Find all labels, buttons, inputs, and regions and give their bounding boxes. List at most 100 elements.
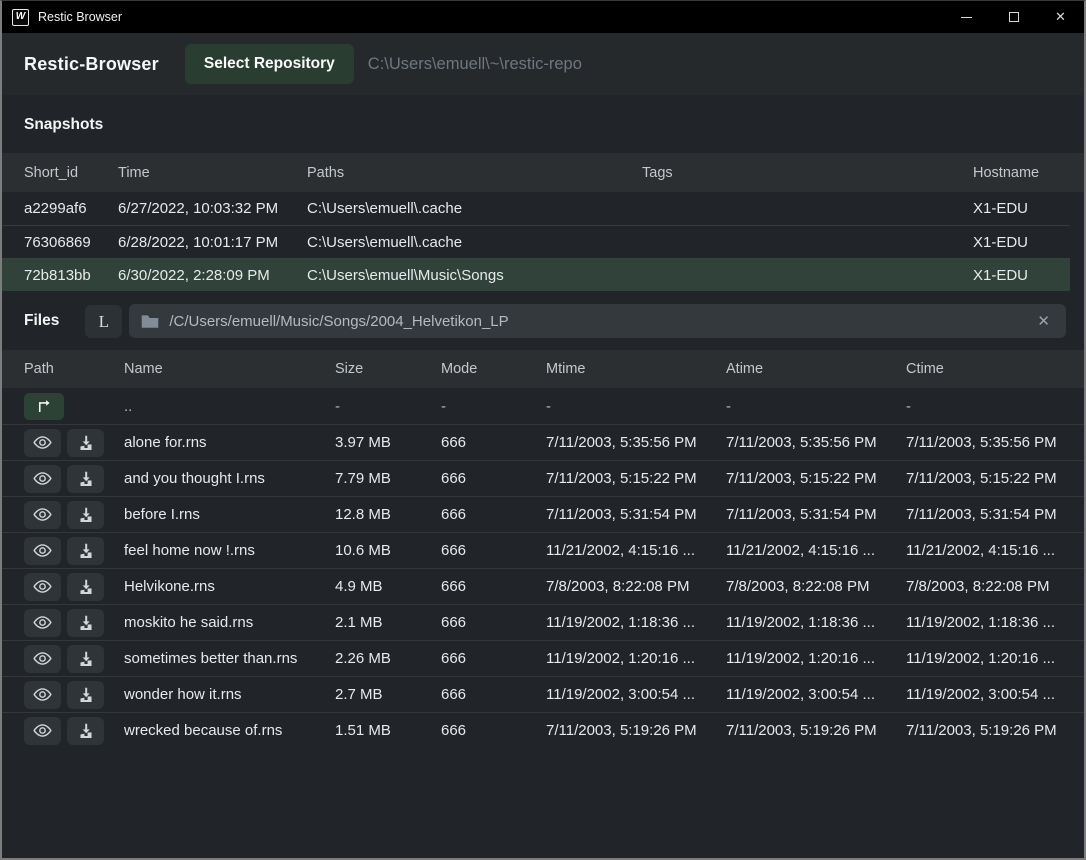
snapshot-row[interactable]: a2299af66/27/2022, 10:03:32 PMC:\Users\e…	[2, 192, 1070, 225]
file-ctime: 11/19/2002, 3:00:54 ...	[906, 686, 1074, 703]
close-button[interactable]: ✕	[1037, 1, 1084, 33]
maximize-button[interactable]	[990, 1, 1037, 33]
file-mtime: 11/19/2002, 3:00:54 ...	[546, 686, 726, 703]
snapshot-row[interactable]: 763068696/28/2022, 10:01:17 PMC:\Users\e…	[2, 225, 1070, 258]
download-icon	[78, 651, 94, 666]
download-file-button[interactable]	[67, 681, 104, 709]
file-name: wrecked because of.rns	[124, 722, 335, 739]
preview-file-button[interactable]	[24, 537, 61, 565]
minimize-button[interactable]	[943, 1, 990, 33]
repository-path: C:\Users\emuell\~\restic-repo	[368, 55, 582, 74]
eye-icon	[33, 435, 52, 450]
file-mode: 666	[441, 506, 546, 523]
file-mtime: 11/19/2002, 1:18:36 ...	[546, 614, 726, 631]
file-list-mode-button[interactable]: L	[85, 305, 122, 338]
file-name: alone for.rns	[124, 434, 335, 451]
download-file-button[interactable]	[67, 537, 104, 565]
download-file-button[interactable]	[67, 609, 104, 637]
preview-file-button[interactable]	[24, 717, 61, 745]
snapshots-column-header-hostname: Hostname	[973, 165, 1068, 181]
clear-path-icon[interactable]: ✕	[1033, 310, 1054, 332]
file-ctime: 7/11/2003, 5:19:26 PM	[906, 722, 1074, 739]
snapshots-column-header-time: Time	[118, 165, 307, 181]
snapshots-column-header-tags: Tags	[642, 165, 973, 181]
parent-size: -	[335, 398, 441, 415]
files-table-body: ..-----alone for.rns3.97 MB6667/11/2003,…	[2, 388, 1084, 748]
file-actions	[24, 645, 124, 673]
snapshot-paths: C:\Users\emuell\.cache	[307, 200, 642, 217]
file-row: Helvikone.rns4.9 MB6667/8/2003, 8:22:08 …	[2, 568, 1084, 604]
download-icon	[78, 471, 94, 486]
parent-name: ..	[124, 398, 335, 415]
file-atime: 11/19/2002, 3:00:54 ...	[726, 686, 906, 703]
file-size: 7.79 MB	[335, 470, 441, 487]
file-mtime: 7/8/2003, 8:22:08 PM	[546, 578, 726, 595]
preview-file-button[interactable]	[24, 681, 61, 709]
file-name: before I.rns	[124, 506, 335, 523]
files-bar: Files L /C/Users/emuell/Music/Songs/2004…	[2, 291, 1084, 350]
eye-icon	[33, 651, 52, 666]
file-mode: 666	[441, 650, 546, 667]
download-icon	[78, 687, 94, 702]
snapshots-table-body: a2299af66/27/2022, 10:03:32 PMC:\Users\e…	[2, 192, 1070, 291]
file-actions	[24, 537, 124, 565]
download-file-button[interactable]	[67, 429, 104, 457]
snapshots-heading: Snapshots	[2, 95, 1084, 153]
current-path-bar[interactable]: /C/Users/emuell/Music/Songs/2004_Helveti…	[129, 304, 1066, 338]
file-mode: 666	[441, 686, 546, 703]
files-heading: Files	[24, 312, 59, 330]
parent-ctime: -	[906, 398, 1074, 415]
snapshot-hostname: X1-EDU	[973, 267, 1054, 284]
folder-icon	[141, 314, 159, 328]
download-file-button[interactable]	[67, 717, 104, 745]
app-window: W Restic Browser ✕ Restic-Browser Select…	[0, 0, 1086, 860]
eye-icon	[33, 579, 52, 594]
preview-file-button[interactable]	[24, 573, 61, 601]
files-column-header-mode: Mode	[441, 361, 546, 377]
file-size: 3.97 MB	[335, 434, 441, 451]
file-name: Helvikone.rns	[124, 578, 335, 595]
parent-atime: -	[726, 398, 906, 415]
preview-file-button[interactable]	[24, 609, 61, 637]
download-file-button[interactable]	[67, 645, 104, 673]
minimize-icon	[961, 17, 972, 18]
snapshot-paths: C:\Users\emuell\Music\Songs	[307, 267, 642, 284]
snapshot-short-id: 72b813bb	[24, 267, 118, 284]
file-atime: 11/21/2002, 4:15:16 ...	[726, 542, 906, 559]
file-row: alone for.rns3.97 MB6667/11/2003, 5:35:5…	[2, 424, 1084, 460]
preview-file-button[interactable]	[24, 645, 61, 673]
file-atime: 7/8/2003, 8:22:08 PM	[726, 578, 906, 595]
current-path-text: /C/Users/emuell/Music/Songs/2004_Helveti…	[169, 313, 1033, 330]
go-parent-directory-button[interactable]	[24, 393, 64, 420]
parent-directory-row: ..-----	[2, 388, 1084, 424]
snapshot-time: 6/30/2022, 2:28:09 PM	[118, 267, 307, 284]
preview-file-button[interactable]	[24, 429, 61, 457]
file-ctime: 7/11/2003, 5:35:56 PM	[906, 434, 1074, 451]
select-repository-button[interactable]: Select Repository	[185, 44, 354, 84]
preview-file-button[interactable]	[24, 501, 61, 529]
file-mtime: 11/19/2002, 1:20:16 ...	[546, 650, 726, 667]
file-size: 1.51 MB	[335, 722, 441, 739]
snapshot-time: 6/27/2022, 10:03:32 PM	[118, 200, 307, 217]
file-ctime: 11/21/2002, 4:15:16 ...	[906, 542, 1074, 559]
snapshot-row[interactable]: 72b813bb6/30/2022, 2:28:09 PMC:\Users\em…	[2, 258, 1070, 291]
file-size: 12.8 MB	[335, 506, 441, 523]
file-mode: 666	[441, 434, 546, 451]
snapshots-column-header-paths: Paths	[307, 165, 642, 181]
download-file-button[interactable]	[67, 465, 104, 493]
eye-icon	[33, 615, 52, 630]
eye-icon	[33, 723, 52, 738]
download-file-button[interactable]	[67, 573, 104, 601]
snapshot-time: 6/28/2022, 10:01:17 PM	[118, 234, 307, 251]
preview-file-button[interactable]	[24, 465, 61, 493]
eye-icon	[33, 471, 52, 486]
app-title: Restic-Browser	[24, 54, 159, 75]
file-mtime: 7/11/2003, 5:35:56 PM	[546, 434, 726, 451]
close-icon: ✕	[1055, 9, 1066, 25]
snapshot-hostname: X1-EDU	[973, 200, 1054, 217]
files-table-header: PathNameSizeModeMtimeAtimeCtime	[2, 350, 1084, 388]
download-file-button[interactable]	[67, 501, 104, 529]
parent-mode: -	[441, 398, 546, 415]
files-column-header-size: Size	[335, 361, 441, 377]
download-icon	[78, 507, 94, 522]
